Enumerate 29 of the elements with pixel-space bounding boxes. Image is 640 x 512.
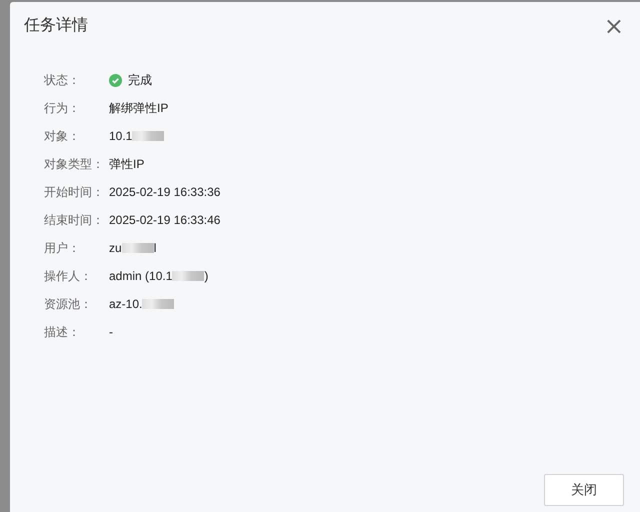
field-value: 2025-02-19 16:33:46 bbox=[109, 212, 220, 229]
redaction-blur bbox=[142, 299, 174, 309]
field-value: ) bbox=[204, 268, 208, 285]
close-dialog-button[interactable]: 关闭 bbox=[544, 474, 624, 506]
field-label: 描述： bbox=[44, 324, 81, 341]
field-value: 10.1 bbox=[109, 128, 132, 145]
field-label: 开始时间： bbox=[44, 184, 105, 201]
field-label: 资源池： bbox=[44, 296, 93, 313]
field-value: az-10. bbox=[109, 296, 142, 313]
field-label: 结束时间： bbox=[44, 212, 105, 229]
field-value: - bbox=[109, 324, 113, 341]
field-label: 用户： bbox=[44, 240, 81, 257]
field-value: admin (10.1 bbox=[109, 268, 172, 285]
dialog-title: 任务详情 bbox=[24, 16, 88, 36]
redaction-blur bbox=[122, 243, 154, 253]
field-value: zu bbox=[109, 240, 122, 257]
field-value: 弹性IP bbox=[109, 156, 144, 173]
field-value: 2025-02-19 16:33:36 bbox=[109, 184, 220, 201]
field-value: 完成 bbox=[128, 72, 152, 89]
redaction-blur bbox=[132, 131, 164, 141]
field-label: 操作人： bbox=[44, 268, 93, 285]
field-value: l bbox=[154, 240, 156, 257]
field-label: 对象类型： bbox=[44, 156, 105, 173]
redaction-blur bbox=[172, 271, 204, 281]
field-label: 状态： bbox=[44, 72, 81, 89]
close-button[interactable]: × bbox=[604, 14, 624, 38]
field-label: 对象： bbox=[44, 128, 81, 145]
field-label: 行为： bbox=[44, 100, 81, 117]
field-value: 解绑弹性IP bbox=[109, 100, 168, 117]
